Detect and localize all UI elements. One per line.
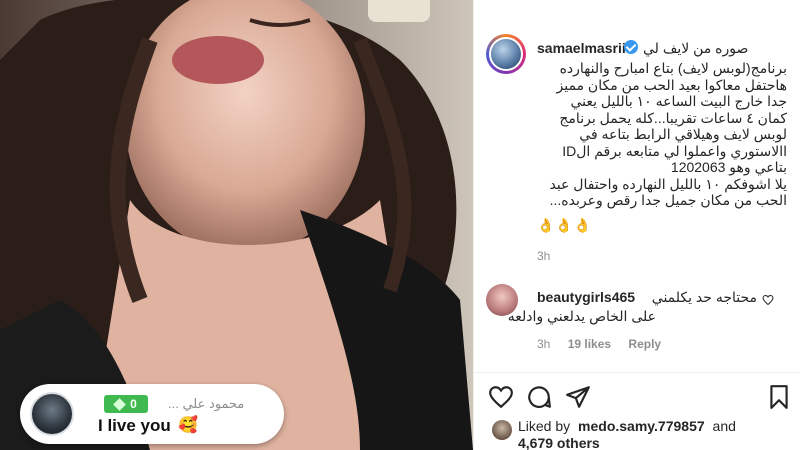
live-comment-text: I live you: [98, 416, 171, 435]
live-comment-name: محمود علي ...: [168, 396, 245, 411]
liked-by-others[interactable]: 4,679 others: [518, 435, 600, 450]
caption-line: جدا خارج البيت الساعه ١٠ بالليل يعني: [570, 93, 787, 109]
panel-divider: [473, 0, 474, 450]
author-username[interactable]: samaelmasrii: [537, 40, 626, 56]
caption-line: كمان ٤ ساعات تقريبا...كله يحمل برنامج: [559, 109, 787, 126]
post-photo[interactable]: 0 محمود علي ... I live you 🥰: [0, 0, 473, 450]
caption-line: برنامج(لوبس لايف) بتاع امبارح والنهارده: [559, 60, 787, 76]
comment-reply-button[interactable]: Reply: [628, 337, 661, 351]
caption-first-line: صوره من لايف لي: [643, 40, 749, 56]
live-comment-badge-value: 0: [130, 397, 137, 411]
liked-by-user[interactable]: medo.samy.779857: [578, 418, 705, 434]
actions-divider: [474, 372, 800, 373]
caption-line: بتاعي وهو 1202063: [670, 159, 787, 175]
post-time[interactable]: 3h: [537, 249, 550, 263]
diamond-icon: [113, 397, 127, 411]
comment-time[interactable]: 3h: [537, 337, 550, 351]
caption-emoji: 👌👌👌: [537, 217, 593, 233]
photo-image: [0, 0, 473, 450]
photo-sticker: [368, 0, 430, 22]
comment-text-line1: محتاجه حد يكلمني: [651, 289, 757, 305]
live-comment-bubble: 0 محمود علي ... I live you 🥰: [20, 384, 284, 444]
live-comment-badge: 0: [104, 395, 148, 413]
comment-text-line2: على الخاص يدلعني وادلعه: [507, 308, 656, 324]
caption-line: لوبس لايف وهيلاقي الرابط بتاعه في: [579, 126, 787, 142]
author-avatar[interactable]: [486, 34, 526, 74]
caption-line: االاستوري واعملوا لي متابعه برقم الID: [562, 142, 787, 159]
comment-icon[interactable]: [526, 384, 552, 410]
like-heart-icon[interactable]: [488, 384, 514, 410]
caption-line: الحب من مكان جميل جدا رقص وعربده...: [549, 192, 787, 208]
verified-badge-icon: [624, 40, 638, 54]
liker-avatar[interactable]: [492, 420, 512, 440]
comment-meta: 3h 19 likes Reply: [537, 337, 675, 351]
caption-line: هاحتفل معاكوا بعيد الحب من مكان مميز: [556, 76, 788, 93]
comment-like-heart-icon[interactable]: [762, 294, 774, 306]
liked-by-line: Liked by medo.samy.779857 and: [518, 418, 740, 434]
post-caption: برنامج(لوبس لايف) بتاع امبارح والنهارده ه…: [537, 60, 787, 209]
smiling-hearts-emoji: 🥰: [178, 417, 198, 434]
comment-likes[interactable]: 19 likes: [568, 337, 611, 351]
live-comment-avatar: [30, 392, 74, 436]
caption-line: يلا اشوفكم ١٠ بالليل النهارده واحتفال عب…: [549, 175, 787, 192]
liked-by-prefix: Liked by: [518, 418, 571, 434]
save-bookmark-icon[interactable]: [766, 384, 792, 410]
liked-by-and: and: [712, 418, 736, 434]
author-avatar-image: [489, 37, 523, 71]
share-paper-plane-icon[interactable]: [565, 384, 591, 410]
